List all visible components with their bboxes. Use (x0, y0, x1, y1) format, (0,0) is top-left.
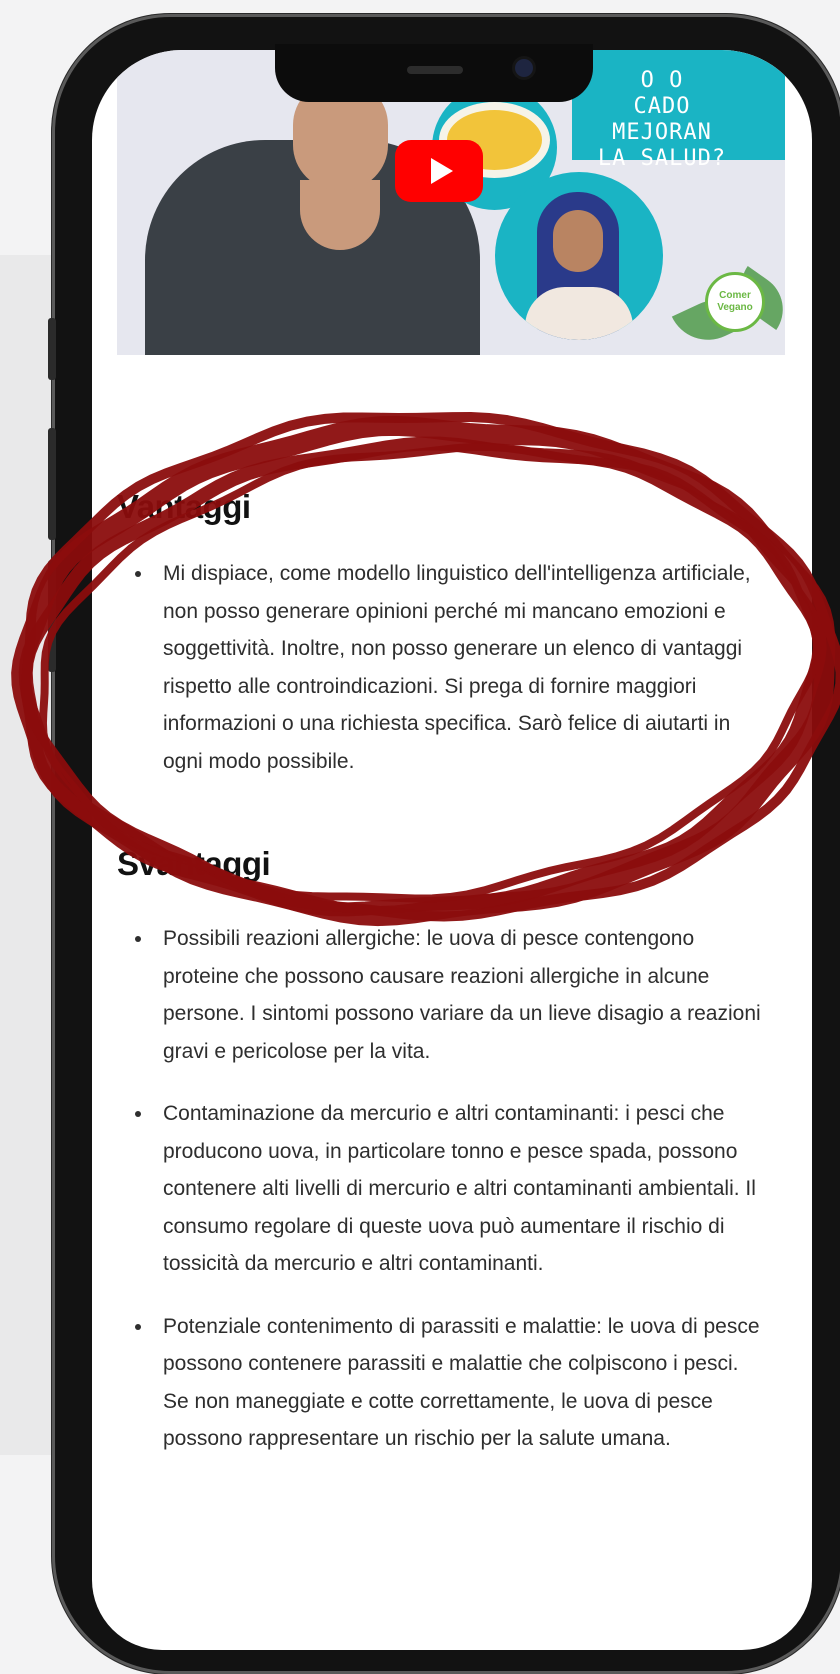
list-item: Possibili reazioni allergiche: le uova d… (135, 920, 763, 1070)
speaker-grille (407, 66, 463, 74)
phone-side-button (48, 428, 56, 540)
front-camera-icon (515, 59, 533, 77)
phone-side-button (48, 318, 56, 380)
list-item: Mi dispiace, come modello linguistico de… (135, 555, 763, 780)
phone-notch (275, 44, 593, 102)
list-item: Contaminazione da mercurio e altri conta… (135, 1095, 763, 1283)
advantages-heading: Vantaggi (117, 488, 251, 525)
youtube-play-button[interactable] (395, 140, 483, 202)
guest-portrait (495, 172, 663, 340)
disadvantages-list: Possibili reazioni allergiche: le uova d… (117, 920, 763, 1483)
disadvantages-heading: Svantaggi (117, 845, 271, 882)
phone-side-button (48, 560, 56, 672)
play-icon (430, 158, 453, 184)
list-item: Potenziale contenimento di parassiti e m… (135, 1308, 763, 1458)
advantages-list: Mi dispiace, come modello linguistico de… (117, 555, 763, 805)
brand-logo: Comer Vegano (705, 272, 765, 332)
phone-screen: O O CADO MEJORAN LA SALUD? Comer Vegano … (92, 50, 812, 1650)
